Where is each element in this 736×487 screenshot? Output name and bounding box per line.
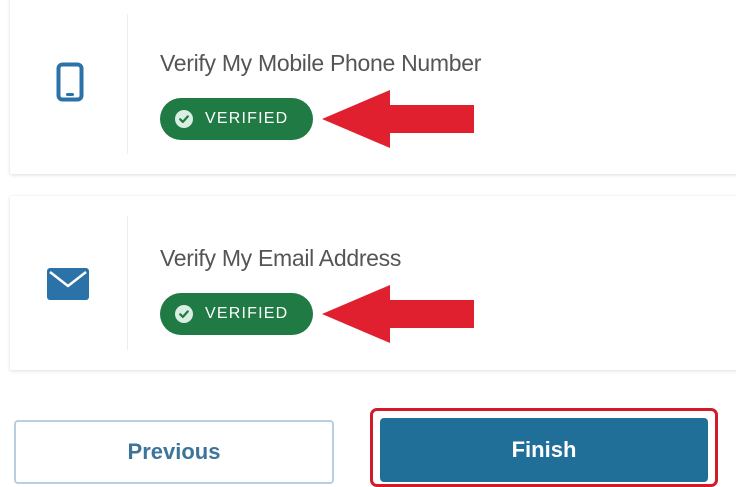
card-divider [127,14,128,154]
check-circle-icon [175,305,193,323]
mobile-phone-icon [56,62,84,107]
finish-button[interactable]: Finish [380,418,708,482]
verified-badge: VERIFIED [160,98,313,140]
verified-badge-label: VERIFIED [205,110,289,127]
red-arrow-annotation [322,285,474,348]
verify-email-title: Verify My Email Address [160,245,402,271]
check-circle-icon [175,110,193,128]
card-divider [127,216,128,350]
previous-button[interactable]: Previous [14,420,334,484]
verify-phone-title: Verify My Mobile Phone Number [160,50,482,76]
verified-badge-label: VERIFIED [205,305,289,322]
envelope-icon [47,268,89,305]
red-arrow-annotation [322,90,474,153]
verified-badge: VERIFIED [160,293,313,335]
